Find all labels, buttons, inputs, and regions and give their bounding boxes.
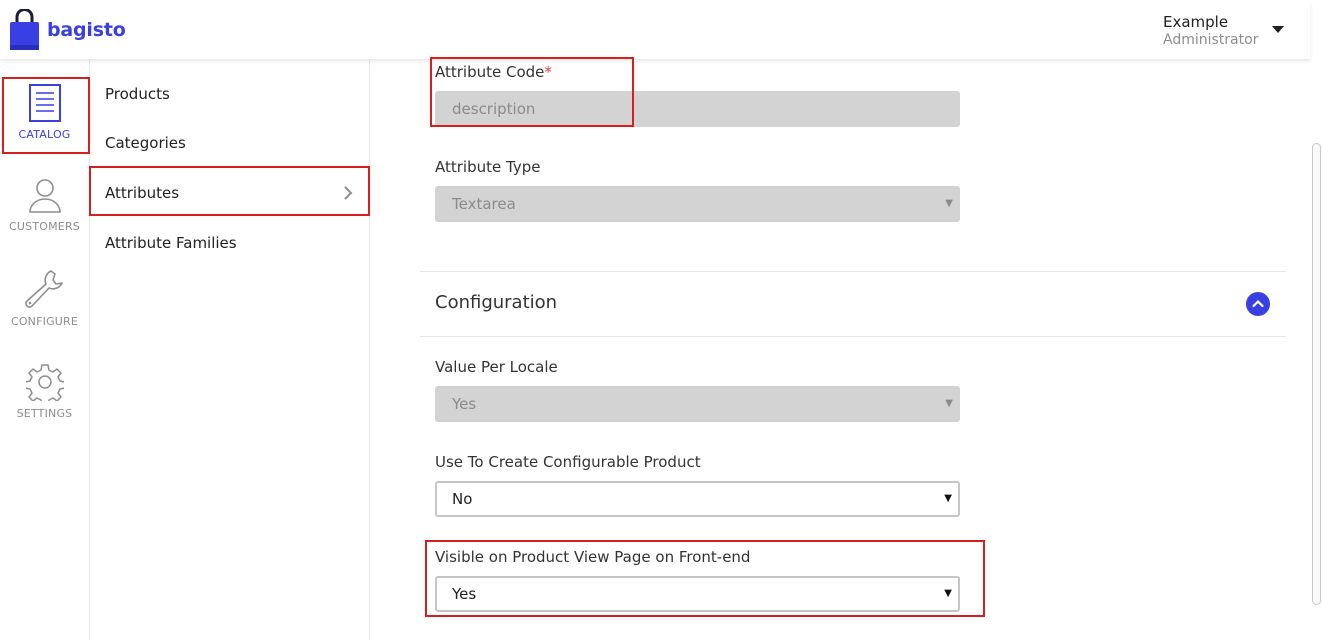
catalog-submenu: Products Categories Attributes Attribute… [90,59,370,640]
nav-label-settings: SETTINGS [16,407,73,420]
chevron-up-glyph [1252,299,1264,308]
nav-configure[interactable]: CONFIGURE [0,267,89,328]
gear-icon [25,364,64,401]
submenu-item-products[interactable]: Products [105,85,170,103]
dropdown-arrow-icon: ▼ [945,198,953,209]
user-menu[interactable]: Example Administrator [1163,13,1258,49]
required-mark: * [544,63,552,81]
brand-logo[interactable]: bagisto [9,9,126,51]
scrollbar-thumb[interactable] [1312,143,1321,605]
configurable-value: No [452,490,473,508]
user-role: Administrator [1163,32,1259,48]
attribute-code-input[interactable]: description [435,91,960,127]
nav-catalog[interactable]: CATALOG [0,84,89,141]
value-per-locale-value: Yes [452,395,477,413]
nav-label-configure: CONFIGURE [10,315,79,328]
chevron-up-icon[interactable] [1246,292,1270,316]
value-per-locale-label: Value Per Locale [435,358,558,376]
chevron-right-icon [344,186,353,200]
icon-navbar: CATALOG CUSTOMERS CONFIGURE SETTINGS [0,59,90,640]
catalog-icon [28,84,61,122]
attribute-code-label: Attribute Code* [435,63,552,81]
configuration-accordion-header[interactable]: Configuration [420,271,1286,337]
attribute-code-label-text: Attribute Code [435,63,545,81]
attribute-type-select[interactable]: Textarea ▼ [435,186,960,222]
value-per-locale-select[interactable]: Yes ▼ [435,386,960,422]
submenu-item-attribute-families[interactable]: Attribute Families [105,234,237,252]
user-name: Example [1163,13,1229,31]
wrench-icon [24,270,63,308]
chevron-down-icon[interactable] [1272,26,1284,33]
dropdown-arrow-icon: ▼ [944,493,952,504]
visible-front-select[interactable]: Yes ▼ [435,576,960,612]
visible-front-label: Visible on Product View Page on Front-en… [435,548,751,566]
user-icon [28,179,61,213]
nav-settings[interactable]: SETTINGS [0,363,89,420]
submenu-item-attributes[interactable]: Attributes [105,184,179,202]
top-header: bagisto Example Administrator [0,0,1310,59]
submenu-item-categories[interactable]: Categories [105,134,186,152]
dropdown-arrow-icon: ▼ [944,588,952,599]
nav-customers[interactable]: CUSTOMERS [0,178,89,233]
configuration-title: Configuration [435,292,558,313]
brand-name: bagisto [47,19,126,41]
nav-label-catalog: CATALOG [18,128,71,141]
configurable-label: Use To Create Configurable Product [435,453,701,471]
attribute-form: Attribute Code* description Attribute Ty… [370,59,1310,640]
configurable-select[interactable]: No ▼ [435,481,960,517]
nav-label-customers: CUSTOMERS [9,220,80,233]
attribute-type-label: Attribute Type [435,158,541,176]
visible-front-value: Yes [452,585,477,603]
dropdown-arrow-icon: ▼ [945,398,953,409]
attribute-type-value: Textarea [452,195,516,213]
shopping-bag-icon [10,9,39,50]
